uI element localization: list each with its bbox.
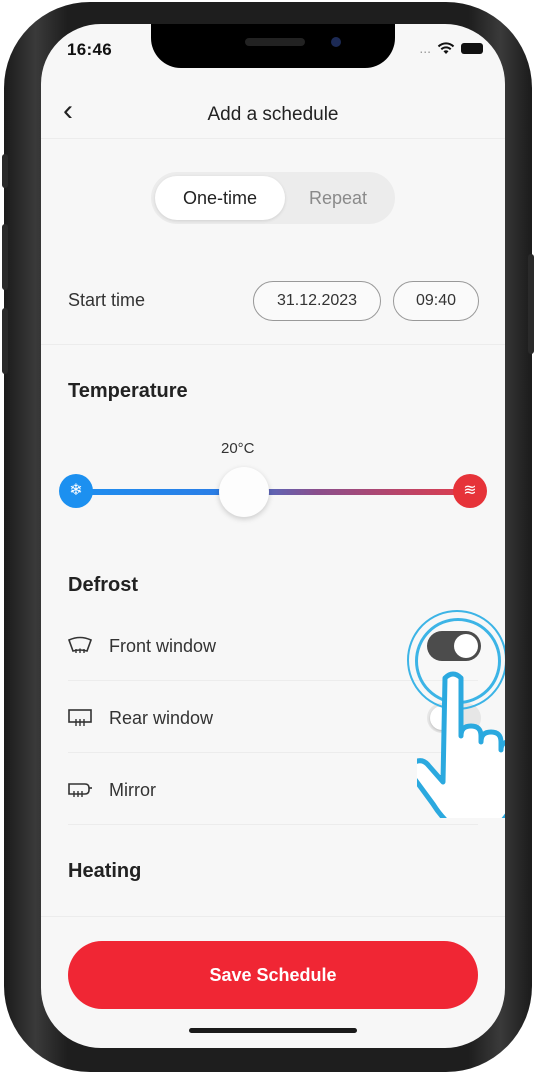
front-window-label: Front window: [109, 636, 217, 656]
app-screen: 16:46 ... ‹ Add a schedule One-time Repe…: [41, 24, 505, 1048]
mirror-defrost-icon: [68, 783, 92, 797]
battery-icon: [461, 42, 483, 54]
footer-divider: [41, 916, 505, 917]
power-button: [528, 254, 534, 354]
start-time-picker[interactable]: 09:40: [393, 281, 479, 321]
phone-frame: 16:46 ... ‹ Add a schedule One-time Repe…: [2, 2, 534, 1072]
wifi-icon: [437, 41, 455, 54]
save-schedule-button[interactable]: Save Schedule: [68, 941, 478, 1009]
temperature-slider-thumb[interactable]: [219, 467, 269, 517]
signal-indicator: ...: [419, 40, 431, 56]
earpiece-speaker: [245, 38, 305, 46]
pointing-hand-icon: [417, 671, 505, 818]
status-time: 16:46: [67, 40, 112, 59]
snowflake-icon: ❄: [59, 474, 93, 508]
mute-switch: [2, 154, 8, 188]
home-indicator: [189, 1028, 357, 1033]
start-date-picker[interactable]: 31.12.2023: [253, 281, 381, 321]
mirror-label: Mirror: [109, 780, 156, 800]
volume-up-button: [2, 224, 8, 290]
header-divider: [41, 138, 505, 139]
start-time-divider: [41, 344, 505, 345]
front-window-defrost-icon: [67, 636, 93, 653]
front-camera: [331, 37, 341, 47]
row-divider: [68, 824, 478, 825]
temperature-slider-track[interactable]: [71, 489, 481, 495]
defrost-heading: Defrost: [68, 574, 139, 596]
notch: [151, 24, 395, 68]
temperature-value-label: 20°C: [221, 440, 255, 457]
status-icons: ...: [419, 40, 483, 56]
rear-window-defrost-icon: [68, 709, 92, 726]
temperature-heading: Temperature: [68, 380, 188, 402]
heating-heading: Heating: [68, 860, 142, 882]
volume-down-button: [2, 308, 8, 374]
rear-window-label: Rear window: [109, 708, 214, 728]
start-time-label: Start time: [68, 290, 146, 310]
heat-waves-icon: ≋: [453, 474, 487, 508]
page-title: Add a schedule: [207, 104, 339, 125]
segment-one-time[interactable]: One-time: [155, 176, 285, 220]
schedule-type-segmented-control: One-time Repeat: [151, 172, 395, 224]
segment-repeat[interactable]: Repeat: [285, 176, 391, 220]
